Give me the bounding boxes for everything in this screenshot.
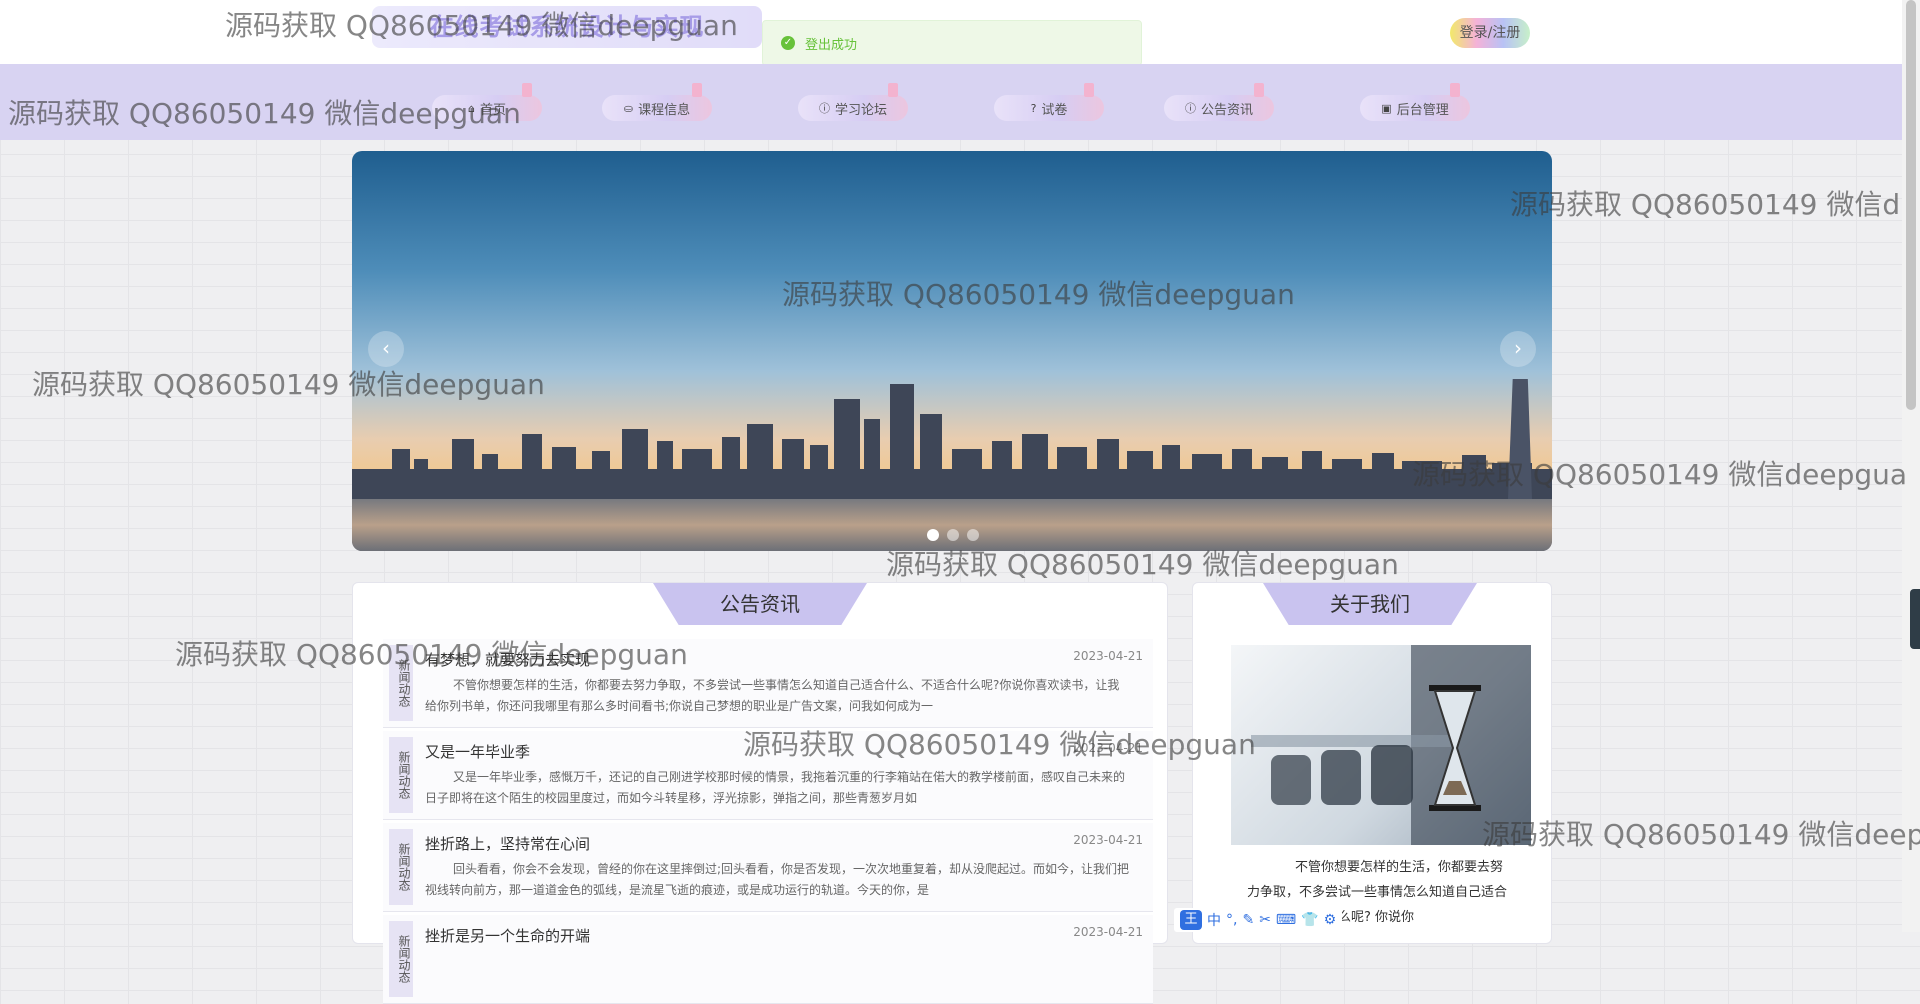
ime-punctuation-button[interactable]: °, bbox=[1226, 912, 1237, 928]
news-panel: 公告资讯 新闻动态 有梦想，就要努力去实现 2023-04-21 不管你想要怎样… bbox=[352, 582, 1168, 1004]
nav-label: 试卷 bbox=[1041, 102, 1068, 118]
news-date: 2023-04-21 bbox=[1073, 649, 1143, 663]
nav-item-courses[interactable]: ⛀ 课程信息 bbox=[602, 83, 712, 121]
news-content: 不管你想要怎样的生活，你都要去努力争取，不多尝试一些事情怎么知道自己适合什么、不… bbox=[425, 678, 1120, 713]
news-tag: 新闻动态 bbox=[389, 737, 413, 813]
news-item[interactable]: 新闻动态 挫折路上，坚持常在心间 2023-04-21 回头看看，你会不会发现，… bbox=[383, 823, 1153, 912]
news-title[interactable]: 挫折是另一个生命的开端 bbox=[425, 925, 590, 946]
nav-label: 学习论坛 bbox=[834, 102, 887, 118]
carousel-dot[interactable] bbox=[927, 529, 939, 541]
nav-item-admin[interactable]: ▣ 后台管理 bbox=[1360, 83, 1470, 121]
site-title: 在线考试系统设计与实现 bbox=[372, 6, 762, 48]
ime-chinese-mode-button[interactable]: 中 bbox=[1207, 910, 1221, 930]
news-title[interactable]: 又是一年毕业季 bbox=[425, 741, 530, 762]
ime-settings-icon[interactable]: ⚙ bbox=[1324, 912, 1337, 928]
ime-pen-icon[interactable]: ✎ bbox=[1242, 912, 1254, 928]
about-panel-title: 关于我们 bbox=[1263, 583, 1477, 625]
home-icon: ⌂ bbox=[468, 101, 475, 115]
admin-icon: ▣ bbox=[1381, 101, 1392, 115]
nav-label: 首页 bbox=[479, 102, 506, 118]
news-title[interactable]: 有梦想，就要努力去实现 bbox=[425, 649, 590, 670]
news-tag: 新闻动态 bbox=[389, 645, 413, 721]
side-float-tab[interactable] bbox=[1910, 589, 1920, 649]
top-bar: 在线考试系统设计与实现 ✓ 登出成功 登录/注册 bbox=[0, 0, 1902, 66]
ime-keyboard-icon[interactable]: ⌨ bbox=[1276, 912, 1296, 928]
carousel-indicators bbox=[927, 529, 979, 541]
hourglass-illustration bbox=[1251, 645, 1531, 845]
news-date: 2023-04-21 bbox=[1073, 925, 1143, 939]
logout-toast: ✓ 登出成功 bbox=[762, 20, 1142, 66]
carousel-prev-button[interactable]: ‹ bbox=[368, 331, 404, 367]
city-skyline-image bbox=[352, 379, 1552, 499]
carousel-dot[interactable] bbox=[947, 529, 959, 541]
news-panel-title: 公告资讯 bbox=[653, 583, 867, 625]
news-tag: 新闻动态 bbox=[389, 829, 413, 905]
news-content: 回头看看，你会不会发现，曾经的你在这里摔倒过;回头看看，你是否发现，一次次地重复… bbox=[425, 862, 1130, 897]
nav-item-forum[interactable]: ⓘ 学习论坛 bbox=[798, 83, 908, 121]
ime-logo[interactable]: 王 bbox=[1180, 910, 1202, 930]
news-content: 又是一年毕业季，感慨万千，还记的自己刚进学校那时候的情景，我拖着沉重的行李箱站在… bbox=[425, 770, 1126, 805]
river-water bbox=[352, 499, 1552, 551]
scrollbar-thumb[interactable] bbox=[1906, 0, 1916, 410]
news-tag: 新闻动态 bbox=[389, 921, 413, 997]
news-item[interactable]: 新闻动态 有梦想，就要努力去实现 2023-04-21 不管你想要怎样的生活，你… bbox=[383, 639, 1153, 728]
login-register-button[interactable]: 登录/注册 bbox=[1450, 18, 1530, 48]
ime-skin-icon[interactable]: 👕 bbox=[1301, 912, 1318, 928]
nav-item-announcements[interactable]: ⓘ 公告资讯 bbox=[1164, 83, 1274, 121]
page-scrollbar[interactable] bbox=[1902, 0, 1920, 932]
news-item[interactable]: 新闻动态 挫折是另一个生命的开端 2023-04-21 bbox=[383, 915, 1153, 1004]
about-panel: 关于我们 不管你想要怎样的生活，你都要去努力争取，不多尝试一些事情怎么知道自己适… bbox=[1192, 582, 1552, 944]
main-nav: ⌂ 首页 ⛀ 课程信息 ⓘ 学习论坛 ? 试卷 ⓘ 公告资讯 ▣ 后台管理 bbox=[0, 64, 1902, 140]
toast-message: 登出成功 bbox=[805, 37, 858, 53]
nav-label: 后台管理 bbox=[1396, 102, 1449, 118]
news-title[interactable]: 挫折路上，坚持常在心间 bbox=[425, 833, 590, 854]
info-icon: ⓘ bbox=[818, 102, 830, 115]
ime-toolbar: 王 中 °, ✎ ✂ ⌨ 👕 ⚙ bbox=[1174, 908, 1343, 932]
news-item[interactable]: 新闻动态 又是一年毕业季 2023-04-21 又是一年毕业季，感慨万千，还记的… bbox=[383, 731, 1153, 820]
nav-label: 公告资讯 bbox=[1200, 102, 1253, 118]
question-icon: ? bbox=[1030, 101, 1037, 115]
nav-label: 课程信息 bbox=[638, 102, 691, 118]
news-date: 2023-04-21 bbox=[1073, 741, 1143, 755]
nav-item-home[interactable]: ⌂ 首页 bbox=[432, 83, 542, 121]
info-icon: ⓘ bbox=[1184, 102, 1196, 115]
nav-item-exam[interactable]: ? 试卷 bbox=[994, 83, 1104, 121]
news-date: 2023-04-21 bbox=[1073, 833, 1143, 847]
carousel-dot[interactable] bbox=[967, 529, 979, 541]
carousel: ‹ › bbox=[352, 151, 1552, 551]
office-hourglass-image bbox=[1231, 645, 1531, 845]
success-icon: ✓ bbox=[781, 36, 795, 50]
ime-scissors-icon[interactable]: ✂ bbox=[1259, 912, 1271, 928]
watermark: 源码获取 QQ86050149 微信d bbox=[1510, 188, 1901, 221]
bag-icon: ⛀ bbox=[623, 101, 634, 115]
carousel-next-button[interactable]: › bbox=[1500, 331, 1536, 367]
